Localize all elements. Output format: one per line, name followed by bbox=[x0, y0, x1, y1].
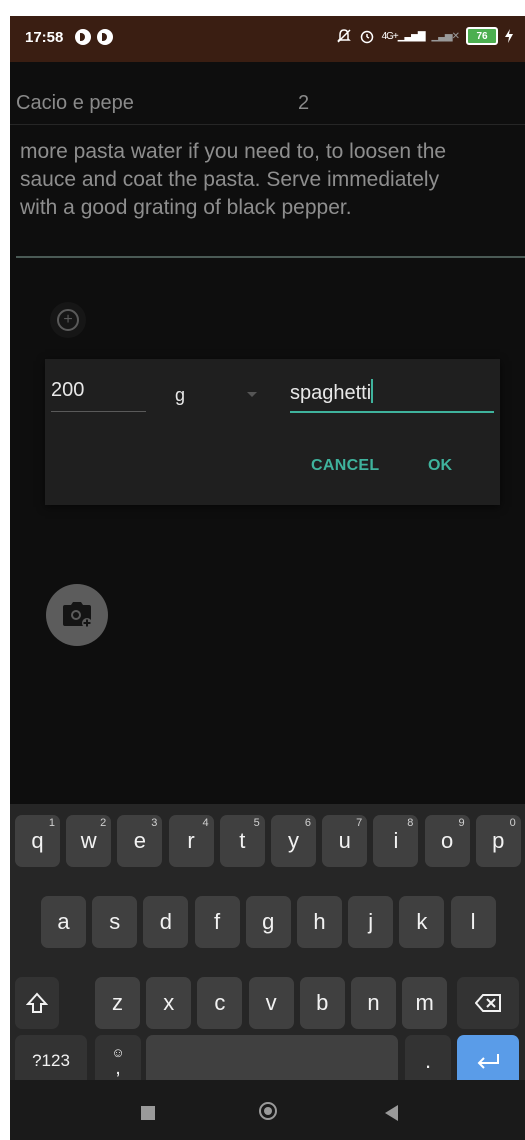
keyboard: q1w2e3r4t5y6u7i8o9p0 asdfghjkl zxcvbnm ?… bbox=[10, 804, 525, 1087]
home-button[interactable] bbox=[259, 1102, 277, 1120]
unit-dropdown[interactable]: g bbox=[175, 385, 185, 406]
dropdown-arrow-icon[interactable] bbox=[247, 392, 257, 397]
ingredient-value: spaghetti bbox=[290, 382, 372, 404]
key-m[interactable]: m bbox=[402, 977, 448, 1029]
notification-icons bbox=[75, 29, 113, 45]
instructions-line: with a good grating of black pepper. bbox=[20, 196, 352, 219]
key-t[interactable]: t5 bbox=[219, 815, 265, 867]
key-h[interactable]: h bbox=[297, 896, 342, 948]
key-r[interactable]: r4 bbox=[168, 815, 214, 867]
ingredient-dialog: 200 g spaghetti CANCEL OK bbox=[45, 359, 500, 505]
shift-icon bbox=[26, 992, 48, 1013]
key-b[interactable]: b bbox=[299, 977, 345, 1029]
key-z[interactable]: z bbox=[95, 977, 140, 1029]
cell-signal-icon: 4G+▁▃▅▇ bbox=[381, 30, 426, 42]
notifications-muted-icon bbox=[336, 29, 351, 43]
key-j[interactable]: j bbox=[348, 896, 394, 948]
text-cursor bbox=[371, 379, 374, 403]
back-button[interactable] bbox=[385, 1105, 398, 1121]
recents-button[interactable] bbox=[141, 1106, 155, 1120]
key-i[interactable]: i8 bbox=[373, 815, 419, 867]
add-circle-icon: + bbox=[57, 309, 79, 331]
enter-icon bbox=[477, 1054, 499, 1069]
key-l[interactable]: l bbox=[450, 896, 496, 948]
recipe-name-field[interactable]: Cacio e pepe bbox=[16, 92, 134, 115]
key-u[interactable]: u7 bbox=[322, 815, 368, 867]
recipe-header: Cacio e pepe 2 bbox=[10, 62, 525, 125]
key-k[interactable]: k bbox=[399, 896, 445, 948]
backspace-icon bbox=[475, 994, 501, 1012]
backspace-key[interactable] bbox=[457, 977, 519, 1029]
second-signal-icon: ▁▃▅✕ bbox=[431, 30, 460, 42]
key-g[interactable]: g bbox=[245, 896, 291, 948]
shift-key[interactable] bbox=[15, 977, 59, 1029]
charging-icon bbox=[505, 29, 513, 43]
battery-icon: 76 bbox=[466, 27, 498, 45]
add-ingredient-button[interactable]: + bbox=[50, 302, 86, 338]
status-time: 17:58 bbox=[25, 29, 64, 46]
key-v[interactable]: v bbox=[248, 977, 294, 1029]
key-f[interactable]: f bbox=[194, 896, 240, 948]
key-w[interactable]: w2 bbox=[66, 815, 112, 867]
app-screen: 17:58 4G+▁▃▅▇ ▁▃▅✕ 76 Cacio e pepe 2 mor… bbox=[10, 16, 525, 1140]
key-c[interactable]: c bbox=[197, 977, 243, 1029]
quantity-input[interactable]: 200 bbox=[51, 379, 146, 412]
ok-button[interactable]: OK bbox=[428, 457, 452, 475]
notification-icon bbox=[75, 29, 91, 45]
key-a[interactable]: a bbox=[41, 896, 86, 948]
key-x[interactable]: x bbox=[146, 977, 192, 1029]
status-icons: 4G+▁▃▅▇ ▁▃▅✕ 76 bbox=[336, 27, 513, 45]
instructions-underline bbox=[16, 256, 525, 258]
add-photo-camera-icon bbox=[63, 602, 92, 628]
key-y[interactable]: y6 bbox=[271, 815, 316, 867]
notification-icon bbox=[97, 29, 113, 45]
key-n[interactable]: n bbox=[351, 977, 396, 1029]
key-d[interactable]: d bbox=[143, 896, 189, 948]
key-q[interactable]: q1 bbox=[15, 815, 60, 867]
alarm-icon bbox=[360, 30, 373, 44]
instructions-line: sauce and coat the pasta. Serve immediat… bbox=[20, 168, 440, 191]
ingredient-input[interactable]: spaghetti bbox=[290, 379, 494, 413]
key-s[interactable]: s bbox=[92, 896, 138, 948]
add-photo-button[interactable] bbox=[46, 584, 108, 646]
status-bar: 17:58 4G+▁▃▅▇ ▁▃▅✕ 76 bbox=[10, 16, 525, 62]
key-e[interactable]: e3 bbox=[117, 815, 163, 867]
key-p[interactable]: p0 bbox=[475, 815, 521, 867]
instructions-field[interactable]: more pasta water if you need to, to loos… bbox=[20, 138, 515, 222]
key-o[interactable]: o9 bbox=[424, 815, 470, 867]
navigation-bar bbox=[10, 1080, 525, 1140]
servings-field[interactable]: 2 bbox=[298, 92, 309, 115]
cancel-button[interactable]: CANCEL bbox=[311, 457, 379, 475]
instructions-line: more pasta water if you need to, to loos… bbox=[20, 140, 447, 163]
